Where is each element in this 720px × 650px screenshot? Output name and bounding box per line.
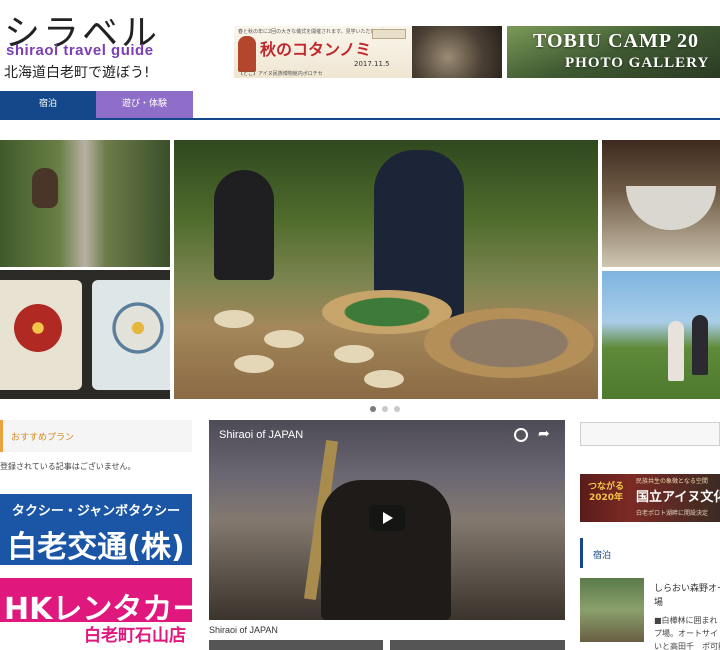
video-thumbnail[interactable] <box>209 640 383 650</box>
person-left <box>214 170 274 280</box>
banner-tobiu-camp[interactable]: TOBIU CAMP 20 PHOTO GALLERY <box>507 26 720 78</box>
nav-item-activities[interactable]: 遊び・体験 <box>96 91 193 118</box>
ainu-ad-bottom-text: 白老ポロト湖畔に開設決定 <box>636 510 709 517</box>
ainu-ad-main-text: 国立アイヌ文化 <box>636 490 720 505</box>
tobiu-title: TOBIU CAMP 20 <box>533 30 699 52</box>
page: シラベル shiraoi travel guide 北海道白老町で遊ぼう! 春と… <box>0 0 720 650</box>
logo-tagline: 北海道白老町で遊ぼう! <box>4 65 150 81</box>
photo-slider[interactable] <box>0 140 720 399</box>
ad-shiraoi-taxi[interactable]: タクシー・ジャンボタクシー 白老交通(株) <box>0 494 192 565</box>
slide-photo-tiles <box>0 270 170 399</box>
hk-ad-line2: 白老町石山店 <box>0 622 192 650</box>
pizza <box>264 330 304 348</box>
slide-photo-squirrel <box>0 140 170 267</box>
ad-national-ainu-museum[interactable]: つながる 2020年 民族共生の象徴となる空間 国立アイヌ文化 白老ポロト湖畔に… <box>580 474 720 522</box>
stay-item-title[interactable]: しらおい森野オー 場 <box>654 582 720 610</box>
pizza <box>334 345 374 363</box>
basket-mushrooms <box>424 308 594 378</box>
play-button[interactable] <box>369 505 405 531</box>
logo-subtitle: shiraoi travel guide <box>6 42 154 59</box>
kotan-bottom-text: 【とこ】アイヌ民族博物館内ポロチセ <box>238 71 323 77</box>
slider-pagination <box>370 406 400 412</box>
share-icon[interactable]: ➦ <box>538 426 550 442</box>
video-title[interactable]: Shiraoi of JAPAN <box>219 429 303 441</box>
banner-kotan-nomi[interactable]: 春と秋の年に2回の大きな儀式を開催されます。見学いただけます! 秋のコタンノミ … <box>234 26 502 78</box>
kotan-ceremony-photo <box>412 26 502 78</box>
ad-hk-rentacar[interactable]: HKレンタカー 白老町石山店 <box>0 578 202 650</box>
video-thumbnail[interactable] <box>390 640 565 650</box>
slide-photo-kids <box>602 271 720 399</box>
video-caption: Shiraoi of JAPAN <box>209 625 278 635</box>
kid-figure <box>668 321 684 381</box>
stay-section-heading: 宿泊 <box>580 538 720 568</box>
kotan-banner-left: 春と秋の年に2回の大きな儀式を開催されます。見学いただけます! 秋のコタンノミ … <box>234 26 412 78</box>
slider-dot[interactable] <box>370 406 376 412</box>
ainu-ad-small-text: 民族共生の象徴となる空間 <box>636 478 708 485</box>
pizza <box>234 355 274 373</box>
kotan-top-text: 春と秋の年に2回の大きな儀式を開催されます。見学いただけます! <box>238 29 388 35</box>
nav-item-stay[interactable]: 宿泊 <box>0 91 96 118</box>
recommend-plan-heading: おすすめプラン <box>0 420 192 452</box>
stay-item-thumbnail[interactable] <box>580 578 644 642</box>
slide-photo-pizza-making <box>174 140 598 399</box>
tobiu-subtitle: PHOTO GALLERY <box>565 55 710 71</box>
red-flower-pattern <box>10 300 66 356</box>
stay-section-title: 宿泊 <box>593 551 612 561</box>
taxi-ad-line2: 白老交通(株) <box>7 530 185 565</box>
pizza <box>364 370 404 388</box>
stay-item-excerpt: ■白樺林に囲まれ プ場。オートサイト いと高田千 ポ可能で <box>654 616 720 650</box>
statue-silhouette <box>321 480 451 620</box>
site-logo[interactable]: シラベル shiraoi travel guide 北海道白老町で遊ぼう! <box>0 0 220 90</box>
kotan-title: 秋のコタンノミ <box>260 40 372 59</box>
kotan-badge <box>372 29 406 39</box>
bowl-shape <box>626 186 716 230</box>
slider-dot[interactable] <box>394 406 400 412</box>
taxi-ad-line1: タクシー・ジャンボタクシー <box>11 504 181 519</box>
nav-underline <box>0 118 720 120</box>
kid-figure <box>692 315 708 375</box>
squirrel-shape <box>32 168 58 208</box>
ainu-ad-year: つながる 2020年 <box>587 482 624 503</box>
pizza <box>214 310 254 328</box>
search-input[interactable] <box>580 422 720 446</box>
recommend-empty-message: 登録されている記事はございません。 <box>0 462 136 471</box>
watch-later-icon[interactable] <box>514 428 528 442</box>
kotan-date: 2017.11.5 <box>354 60 390 68</box>
slide-photo-pottery <box>602 140 720 267</box>
ainu-figure-illustration <box>238 36 256 72</box>
white-flower-pattern <box>108 298 168 358</box>
main-nav: 宿泊 遊び・体験 <box>0 91 193 118</box>
video-player[interactable]: Shiraoi of JAPAN ➦ <box>209 420 565 620</box>
slider-dot[interactable] <box>382 406 388 412</box>
recommend-plan-title: おすすめプラン <box>11 433 75 443</box>
